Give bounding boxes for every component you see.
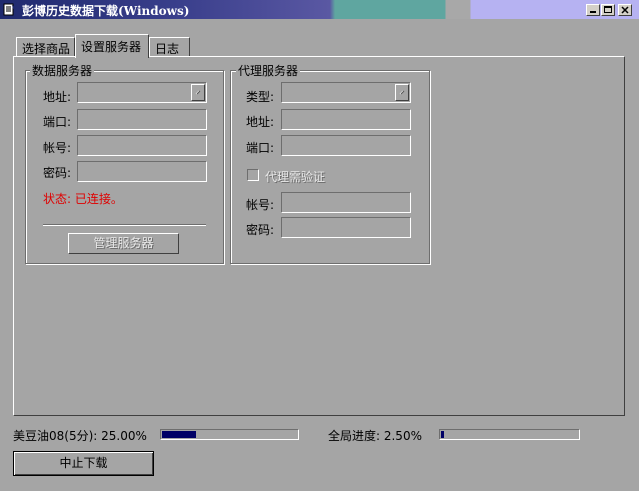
item-progress-label: 美豆油08(5分): 25.00% bbox=[13, 429, 147, 443]
overall-progress-bar bbox=[439, 429, 580, 440]
data-password-field[interactable] bbox=[77, 161, 207, 182]
overall-progress-fill bbox=[441, 431, 444, 438]
data-address-label: 地址: bbox=[43, 90, 72, 104]
data-account-field[interactable] bbox=[77, 135, 207, 156]
minimize-button[interactable] bbox=[586, 4, 600, 16]
window-title: 彭博历史数据下载(Windows) bbox=[22, 4, 190, 18]
stop-download-button[interactable]: 中止下载 bbox=[13, 451, 154, 476]
proxy-address-label: 地址: bbox=[246, 115, 275, 129]
data-port-label: 端口: bbox=[43, 115, 72, 129]
tab-select-product[interactable]: 选择商品 bbox=[16, 37, 75, 57]
manage-server-button[interactable]: 管理服务器 bbox=[68, 233, 179, 254]
chevron-down-icon bbox=[195, 90, 201, 95]
dropdown-button[interactable] bbox=[395, 84, 409, 101]
tab-log[interactable]: 日志 bbox=[149, 37, 190, 57]
proxy-server-title: 代理服务器 bbox=[236, 62, 301, 79]
data-server-title: 数据服务器 bbox=[30, 62, 95, 79]
data-password-label: 密码: bbox=[43, 166, 72, 180]
title-bar[interactable]: 彭博历史数据下载(Windows) bbox=[0, 0, 639, 19]
dropdown-button[interactable] bbox=[191, 84, 205, 101]
maximize-icon bbox=[604, 6, 612, 13]
app-icon bbox=[3, 3, 16, 16]
proxy-password-field[interactable] bbox=[281, 217, 411, 238]
connection-status: 状态: 已连接。 bbox=[43, 192, 123, 206]
divider bbox=[43, 224, 206, 226]
tab-label: 日志 bbox=[155, 42, 180, 56]
chevron-down-icon bbox=[399, 90, 405, 95]
close-button[interactable] bbox=[618, 4, 632, 16]
overall-progress-label: 全局进度: 2.50% bbox=[328, 429, 422, 443]
proxy-type-label: 类型: bbox=[246, 90, 275, 104]
item-progress-bar bbox=[160, 429, 299, 440]
proxy-address-field[interactable] bbox=[281, 109, 411, 130]
proxy-account-label: 帐号: bbox=[246, 198, 275, 212]
data-address-combo[interactable] bbox=[77, 82, 207, 103]
data-account-label: 帐号: bbox=[43, 141, 72, 155]
proxy-account-field[interactable] bbox=[281, 192, 411, 213]
proxy-auth-label: 代理需验证 bbox=[265, 170, 326, 184]
tab-label: 设置服务器 bbox=[81, 40, 142, 54]
proxy-port-field[interactable] bbox=[281, 135, 411, 156]
close-icon bbox=[621, 6, 629, 14]
maximize-button[interactable] bbox=[601, 4, 615, 16]
proxy-type-combo[interactable] bbox=[281, 82, 411, 103]
tab-server-settings[interactable]: 设置服务器 bbox=[75, 34, 149, 58]
data-port-field[interactable] bbox=[77, 109, 207, 130]
proxy-auth-checkbox[interactable] bbox=[247, 169, 259, 181]
proxy-password-label: 密码: bbox=[246, 223, 275, 237]
item-progress-fill bbox=[162, 431, 196, 438]
tab-label: 选择商品 bbox=[22, 42, 71, 56]
proxy-port-label: 端口: bbox=[246, 141, 275, 155]
minimize-icon bbox=[590, 11, 596, 13]
